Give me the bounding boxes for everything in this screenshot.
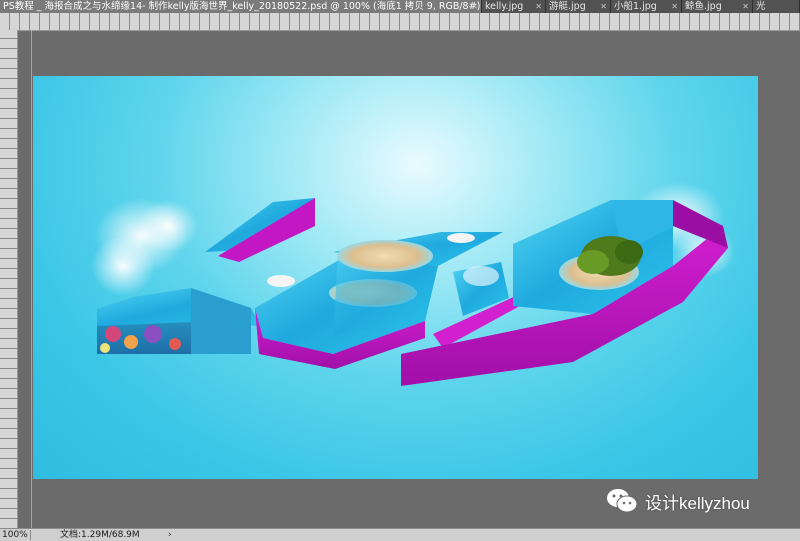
tab-kelly-jpg[interactable]: kelly.jpg ✕ — [482, 0, 546, 13]
letter-y — [401, 200, 728, 386]
tab-main-psd[interactable]: PS教程 _ 海报合成之与水缔缘14- 制作kelly版海世界_kelly_20… — [0, 0, 488, 13]
close-icon[interactable]: ✕ — [471, 0, 478, 13]
wechat-icon — [607, 489, 638, 513]
sand-island-upper — [337, 240, 433, 272]
document-size: 文档:1.29M/68.9M — [60, 530, 140, 540]
boat-left — [267, 275, 295, 287]
status-menu-arrow[interactable]: › — [168, 529, 172, 541]
document-canvas[interactable] — [33, 76, 758, 479]
tab-boat-jpg[interactable]: 小船1.jpg ✕ — [611, 0, 682, 13]
tab-label: 光 — [756, 1, 766, 12]
spray-cloud-left — [91, 198, 198, 296]
close-icon[interactable]: ✕ — [671, 0, 678, 13]
tab-label: 鲸鱼.jpg — [685, 1, 722, 12]
tab-yacht-jpg[interactable]: 游艇.jpg ✕ — [546, 0, 611, 13]
horizontal-ruler[interactable] — [0, 13, 800, 31]
tab-label: PS教程 _ 海报合成之与水缔缘14- 制作kelly版海世界_kelly_20… — [3, 1, 489, 12]
guide-line[interactable] — [31, 30, 32, 528]
wave-splash — [463, 266, 499, 286]
watermark-text: 设计kellyzhou — [645, 493, 750, 513]
vertical-ruler[interactable] — [0, 30, 18, 528]
status-divider — [30, 530, 31, 540]
close-icon[interactable]: ✕ — [535, 0, 542, 13]
tab-label: kelly.jpg — [485, 1, 524, 12]
tab-label: 小船1.jpg — [614, 1, 657, 12]
boat-top — [447, 233, 475, 243]
kelly-ocean-artwork — [91, 182, 735, 386]
document-tab-bar: PS教程 _ 海报合成之与水缔缘14- 制作kelly版海世界_kelly_20… — [0, 0, 800, 14]
tab-light[interactable]: 光 — [753, 0, 800, 13]
close-icon[interactable]: ✕ — [600, 0, 607, 13]
watermark: 设计kellyzhou — [606, 488, 750, 514]
close-icon[interactable]: ✕ — [742, 0, 749, 13]
tab-label: 游艇.jpg — [549, 1, 586, 12]
status-bar: 100% 文档:1.29M/68.9M › — [0, 528, 800, 541]
tab-whale-jpg[interactable]: 鲸鱼.jpg ✕ — [682, 0, 753, 13]
zoom-level[interactable]: 100% — [2, 529, 28, 541]
